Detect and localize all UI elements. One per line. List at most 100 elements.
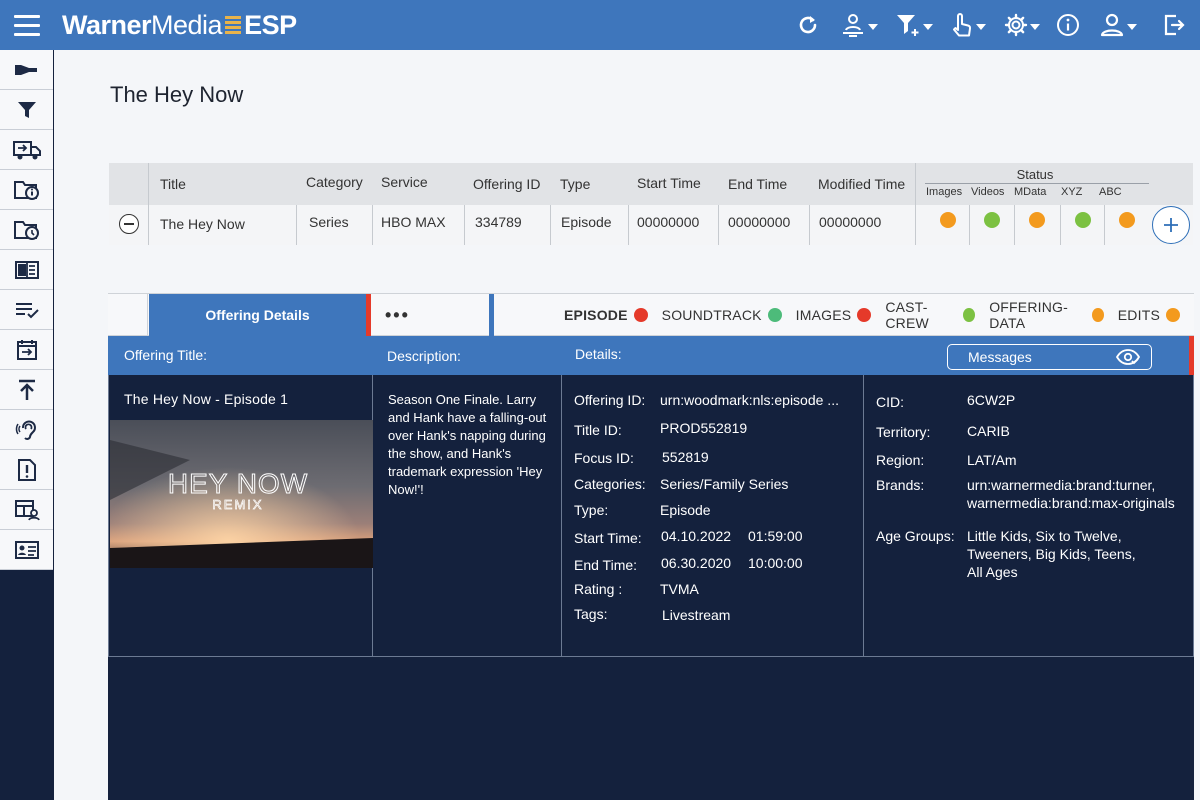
exit-icon[interactable] (1148, 0, 1200, 50)
collapse-row-button[interactable] (119, 214, 139, 234)
hamburger-menu-icon[interactable] (0, 0, 54, 50)
details-column: Offering ID: urn:woodmark:nls:episode ..… (562, 375, 864, 657)
col-divider (464, 205, 465, 245)
status-dot (633, 308, 648, 322)
brand-name-part1: Warner (62, 9, 152, 40)
section-tab-label: EPISODE (564, 307, 628, 323)
section-tabs: EPISODE SOUNDTRACK IMAGES CAST-CREW OFFE… (564, 294, 1194, 336)
refresh-icon[interactable] (786, 0, 830, 50)
header-type[interactable]: Type (560, 176, 590, 192)
tab-more-button[interactable]: ••• (371, 294, 489, 336)
header-status: Status (1016, 167, 1054, 182)
tags-label: Tags: (574, 606, 608, 622)
rating-label: Rating : (574, 581, 623, 597)
upload-icon[interactable] (0, 370, 53, 410)
metadata-column: CID: 6CW2P Territory: CARIB Region: LAT/… (864, 375, 1194, 657)
messages-label: Messages (968, 349, 1032, 365)
hand-offer-icon[interactable] (0, 50, 53, 90)
cell-offering-id: 334789 (475, 214, 522, 230)
user-icon[interactable] (1088, 0, 1148, 50)
col-divider (296, 205, 297, 245)
info-icon[interactable] (1048, 0, 1088, 50)
header-modified-time[interactable]: Modified Time (818, 176, 905, 192)
section-tab-cast-crew[interactable]: CAST-CREW (885, 299, 976, 331)
tags-value: Livestream (662, 607, 731, 623)
col-divider (718, 205, 719, 245)
user-location-icon[interactable] (830, 0, 888, 50)
cell-service: HBO MAX (381, 214, 446, 230)
territory-value: CARIB (967, 423, 1010, 439)
col-divider (969, 205, 970, 245)
tab-bar: Offering Details ••• EPISODE SOUNDTRACK … (108, 293, 1194, 336)
categories-value: Series/Family Series (660, 476, 789, 492)
add-button[interactable] (1152, 206, 1190, 244)
status-dot (767, 308, 782, 322)
tab-separator (489, 294, 494, 336)
section-tab-edits[interactable]: EDITS (1118, 307, 1180, 323)
header-title[interactable]: Title (160, 176, 186, 192)
episode-description: Season One Finale. Larry and Hank have a… (388, 392, 547, 497)
eye-check-icon (1115, 349, 1141, 365)
messages-button[interactable]: Messages (947, 344, 1152, 370)
delivery-truck-icon[interactable] (0, 130, 53, 170)
end-time-label: End Time: (574, 557, 638, 573)
section-tab-images[interactable]: IMAGES (796, 307, 872, 323)
episode-title: The Hey Now - Episode 1 (124, 391, 289, 407)
header-end-time[interactable]: End Time (728, 176, 787, 192)
book-icon[interactable] (0, 250, 53, 290)
col-divider (1104, 205, 1105, 245)
table-row[interactable]: The Hey Now Series HBO MAX 334789 Episod… (109, 205, 1193, 245)
rating-value: TVMA (660, 581, 699, 597)
gear-icon[interactable] (996, 0, 1048, 50)
section-tab-episode[interactable]: EPISODE (564, 307, 648, 323)
touch-icon[interactable] (940, 0, 996, 50)
focus-id-label: Focus ID: (574, 450, 634, 466)
section-tab-label: IMAGES (795, 307, 852, 323)
age-groups-label: Age Groups: (876, 528, 955, 544)
header-service[interactable]: Service (381, 174, 428, 190)
age-groups-line2: Tweeners, Big Kids, Teens, (967, 546, 1136, 562)
thumbnail-title-text: HEY NOW (168, 468, 308, 499)
id-card-icon[interactable] (0, 530, 53, 570)
ear-icon[interactable] (0, 410, 53, 450)
status-images-label: Images (926, 186, 963, 198)
status-mdata-label: MData (1014, 186, 1047, 198)
end-date-value: 06.30.2020 (661, 555, 732, 571)
start-time-value: 01:59:00 (748, 528, 803, 544)
tab-offering-details[interactable]: Offering Details (149, 294, 366, 336)
folder-info-icon[interactable] (0, 170, 53, 210)
offering-details-panel: Offering Details ••• EPISODE SOUNDTRACK … (108, 293, 1194, 800)
folder-clock-icon[interactable] (0, 210, 53, 250)
col-divider (1060, 205, 1061, 245)
calendar-arrow-icon[interactable] (0, 330, 53, 370)
filter-add-icon[interactable] (888, 0, 940, 50)
checklist-icon[interactable] (0, 290, 53, 330)
section-tab-soundtrack[interactable]: SOUNDTRACK (662, 307, 782, 323)
focus-id-value: 552819 (662, 449, 709, 465)
grid-user-icon[interactable] (0, 490, 53, 530)
details-content: The Hey Now - Episode 1 HEY NOW REMIX Se… (108, 375, 1194, 800)
region-label: Region: (876, 452, 925, 468)
brands-value-line1: urn:warnermedia:brand:turner, (967, 477, 1156, 493)
brand-name-part2: Media (151, 9, 223, 40)
col-divider (809, 205, 810, 245)
sidebar (0, 50, 54, 800)
col-divider (915, 163, 916, 245)
header-category[interactable]: Category (306, 174, 363, 190)
alert-doc-icon[interactable] (0, 450, 53, 490)
episode-thumbnail[interactable]: HEY NOW REMIX (110, 420, 373, 568)
type-label: Type: (574, 502, 609, 518)
brand-logo: Warner Media ESP (62, 10, 297, 41)
header-start-time[interactable]: Start Time (637, 175, 701, 191)
table-header: Title Category Service Offering ID Type … (109, 163, 1193, 205)
status-dot (1166, 308, 1180, 322)
section-tab-offering-data[interactable]: OFFERING-DATA (989, 299, 1104, 331)
status-mdata-dot (1029, 212, 1045, 228)
status-divider (925, 183, 1149, 184)
details-label: Details: (575, 346, 622, 362)
offering-id-label: Offering ID: (574, 392, 646, 408)
header-offering-id[interactable]: Offering ID (473, 176, 540, 192)
title-id-value: PROD552819 (660, 420, 748, 436)
brands-label: Brands: (876, 477, 925, 493)
filter-icon[interactable] (0, 90, 53, 130)
